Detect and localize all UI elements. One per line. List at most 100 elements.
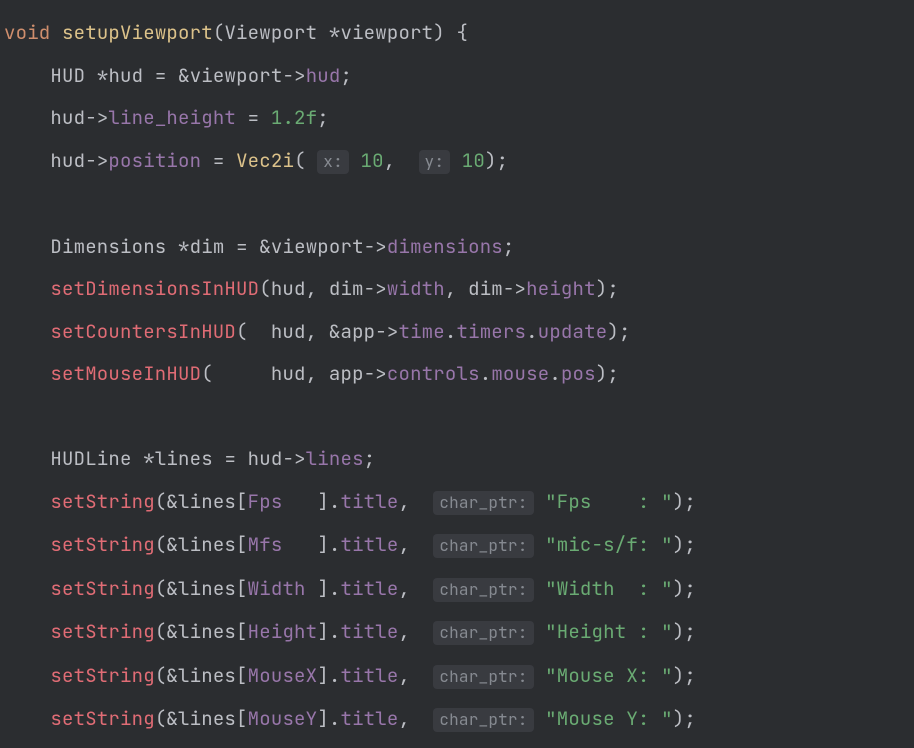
equals: = bbox=[224, 446, 236, 471]
arrow: -> bbox=[85, 105, 108, 130]
member: height bbox=[526, 276, 596, 301]
var: dim bbox=[468, 276, 503, 301]
member: dimensions bbox=[387, 234, 503, 259]
arg: hud bbox=[271, 276, 306, 301]
code-line: setCountersInHUD( hud, &app->time.timers… bbox=[4, 319, 631, 344]
function-call: setCountersInHUD bbox=[50, 319, 236, 344]
enum-index: Width bbox=[248, 576, 318, 601]
number: 10 bbox=[462, 148, 485, 173]
ampersand: & bbox=[166, 489, 178, 514]
member: title bbox=[340, 619, 398, 644]
var: dim bbox=[329, 276, 364, 301]
enum-index: Mfs bbox=[248, 532, 318, 557]
equals: = bbox=[236, 234, 248, 259]
blank-line bbox=[4, 191, 16, 216]
code-line: setDimensionsInHUD(hud, dim->width, dim-… bbox=[4, 276, 619, 301]
code-block: void setupViewport(Viewport *viewport) {… bbox=[0, 0, 914, 748]
string: "mic-s/f: " bbox=[545, 532, 673, 557]
var: viewport bbox=[271, 234, 364, 259]
string: "Mouse Y: " bbox=[545, 706, 673, 731]
code-line: hud->position = Vec2i( x: 10, y: 10); bbox=[4, 148, 508, 173]
arg: hud bbox=[271, 361, 306, 386]
keyword: void bbox=[4, 20, 50, 45]
var: lines bbox=[178, 663, 236, 688]
function-name: Vec2i bbox=[236, 148, 294, 173]
arg: hud bbox=[271, 319, 306, 344]
param-hint: char_ptr: bbox=[433, 491, 533, 515]
member: title bbox=[340, 576, 398, 601]
enum-index: MouseX bbox=[248, 663, 318, 688]
function-call: setString bbox=[50, 576, 154, 601]
member: title bbox=[340, 489, 398, 514]
ampersand: & bbox=[178, 63, 190, 88]
type: Dimensions bbox=[50, 234, 166, 259]
ampersand: & bbox=[166, 663, 178, 688]
var: lines bbox=[178, 706, 236, 731]
var: hud bbox=[50, 148, 85, 173]
function-call: setString bbox=[50, 706, 154, 731]
type: HUDLine bbox=[50, 446, 131, 471]
var: lines bbox=[178, 532, 236, 557]
number: 10 bbox=[361, 148, 384, 173]
ampersand: & bbox=[166, 532, 178, 557]
code-line: setMouseInHUD( hud, app->controls.mouse.… bbox=[4, 361, 619, 386]
var: lines bbox=[178, 489, 236, 514]
var: lines bbox=[178, 576, 236, 601]
code-line: HUDLine *lines = hud->lines; bbox=[4, 446, 375, 471]
equals: = bbox=[213, 148, 225, 173]
function-name: setupViewport bbox=[62, 20, 213, 45]
code-line: void setupViewport(Viewport *viewport) { bbox=[4, 20, 468, 45]
var: lines bbox=[178, 619, 236, 644]
function-call: setDimensionsInHUD bbox=[50, 276, 259, 301]
string: "Fps : " bbox=[545, 489, 673, 514]
type: Viewport bbox=[224, 20, 317, 45]
param-hint: char_ptr: bbox=[433, 708, 533, 732]
equals: = bbox=[248, 105, 260, 130]
var: viewport bbox=[190, 63, 283, 88]
param-hint: char_ptr: bbox=[433, 665, 533, 689]
type: HUD bbox=[50, 63, 85, 88]
member: time bbox=[398, 319, 444, 344]
var: hud bbox=[248, 446, 283, 471]
member: line_height bbox=[108, 105, 236, 130]
var: hud bbox=[50, 105, 85, 130]
arrow: -> bbox=[375, 319, 398, 344]
number: 1.2f bbox=[271, 105, 317, 130]
arrow: -> bbox=[364, 361, 387, 386]
function-call: setString bbox=[50, 532, 154, 557]
star: * bbox=[97, 63, 109, 88]
code-line: Dimensions *dim = &viewport->dimensions; bbox=[4, 234, 515, 259]
code-line: setString(&lines[Fps ].title, char_ptr: … bbox=[4, 489, 696, 514]
var: dim bbox=[190, 234, 225, 259]
code-line: hud->line_height = 1.2f; bbox=[4, 105, 329, 130]
ampersand: & bbox=[166, 576, 178, 601]
member: title bbox=[340, 532, 398, 557]
ampersand: & bbox=[329, 319, 341, 344]
param-hint: y: bbox=[419, 150, 451, 174]
arrow: -> bbox=[364, 234, 387, 259]
code-line: setString(&lines[MouseY].title, char_ptr… bbox=[4, 706, 696, 731]
param-hint: char_ptr: bbox=[433, 534, 533, 558]
var: app bbox=[329, 361, 364, 386]
function-call: setMouseInHUD bbox=[50, 361, 201, 386]
arrow: -> bbox=[364, 276, 387, 301]
member: lines bbox=[306, 446, 364, 471]
member: mouse bbox=[491, 361, 549, 386]
string: "Mouse X: " bbox=[545, 663, 673, 688]
star: * bbox=[143, 446, 155, 471]
member: timers bbox=[457, 319, 527, 344]
equals: = bbox=[155, 63, 167, 88]
var: lines bbox=[155, 446, 213, 471]
ampersand: & bbox=[166, 619, 178, 644]
code-line: setString(&lines[MouseX].title, char_ptr… bbox=[4, 663, 696, 688]
arrow: -> bbox=[503, 276, 526, 301]
member: update bbox=[538, 319, 608, 344]
member: position bbox=[108, 148, 201, 173]
enum-index: MouseY bbox=[248, 706, 318, 731]
param: viewport bbox=[340, 20, 433, 45]
arrow: -> bbox=[85, 148, 108, 173]
code-line: HUD *hud = &viewport->hud; bbox=[4, 63, 352, 88]
ampersand: & bbox=[166, 706, 178, 731]
member: title bbox=[340, 663, 398, 688]
string: "Width : " bbox=[545, 576, 673, 601]
